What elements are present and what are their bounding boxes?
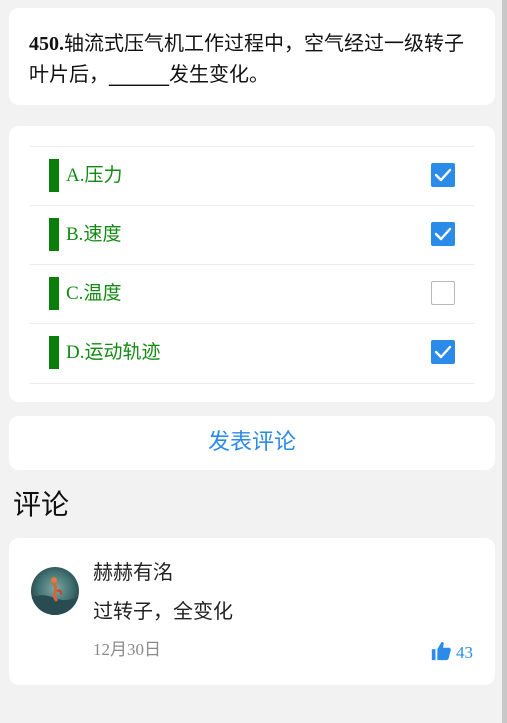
comment-text: 过转子，全变化	[93, 599, 233, 623]
comment-username[interactable]: 赫赫有洺	[93, 558, 173, 586]
option-label: A.压力	[66, 164, 123, 186]
page-scrollbar[interactable]	[502, 0, 507, 723]
option-b[interactable]: B.速度	[30, 205, 474, 265]
option-a-checkbox[interactable]	[431, 163, 455, 187]
option-label: D.运动轨迹	[66, 341, 161, 363]
like-count: 43	[456, 643, 473, 662]
option-marker	[49, 218, 59, 251]
option-marker	[49, 336, 59, 369]
question-number: 450.	[29, 33, 64, 55]
thumbs-up-icon	[431, 642, 451, 661]
post-comment-button[interactable]: 发表评论	[9, 416, 495, 470]
option-c[interactable]: C.温度	[30, 264, 474, 324]
question-body: 轴流式压气机工作过程中，空气经过一级转子叶片后，______发生变化。	[29, 31, 464, 86]
post-comment-label: 发表评论	[207, 430, 296, 455]
option-c-checkbox[interactable]	[431, 281, 455, 305]
option-d[interactable]: D.运动轨迹	[30, 323, 474, 384]
avatar-image	[31, 567, 79, 615]
checkmark-icon	[434, 345, 452, 359]
comment-date: 12月30日	[93, 640, 161, 659]
question-card: 450.轴流式压气机工作过程中，空气经过一级转子叶片后，______发生变化。	[9, 8, 495, 105]
option-marker	[49, 277, 59, 310]
comment-item: 赫赫有洺 过转子，全变化 12月30日 43	[9, 538, 495, 685]
option-d-checkbox[interactable]	[431, 340, 455, 364]
option-a[interactable]: A.压力	[30, 146, 474, 206]
option-b-checkbox[interactable]	[431, 222, 455, 246]
avatar[interactable]	[31, 567, 79, 615]
checkmark-icon	[434, 168, 452, 182]
options-card: A.压力 B.速度 C.温度 D.运动轨迹	[9, 126, 495, 402]
question-text: 450.轴流式压气机工作过程中，空气经过一级转子叶片后，______发生变化。	[29, 28, 479, 89]
option-label: B.速度	[66, 223, 122, 245]
checkmark-icon	[434, 227, 452, 241]
comments-title: 评论	[13, 488, 70, 521]
option-marker	[49, 159, 59, 192]
option-label: C.温度	[66, 282, 122, 304]
